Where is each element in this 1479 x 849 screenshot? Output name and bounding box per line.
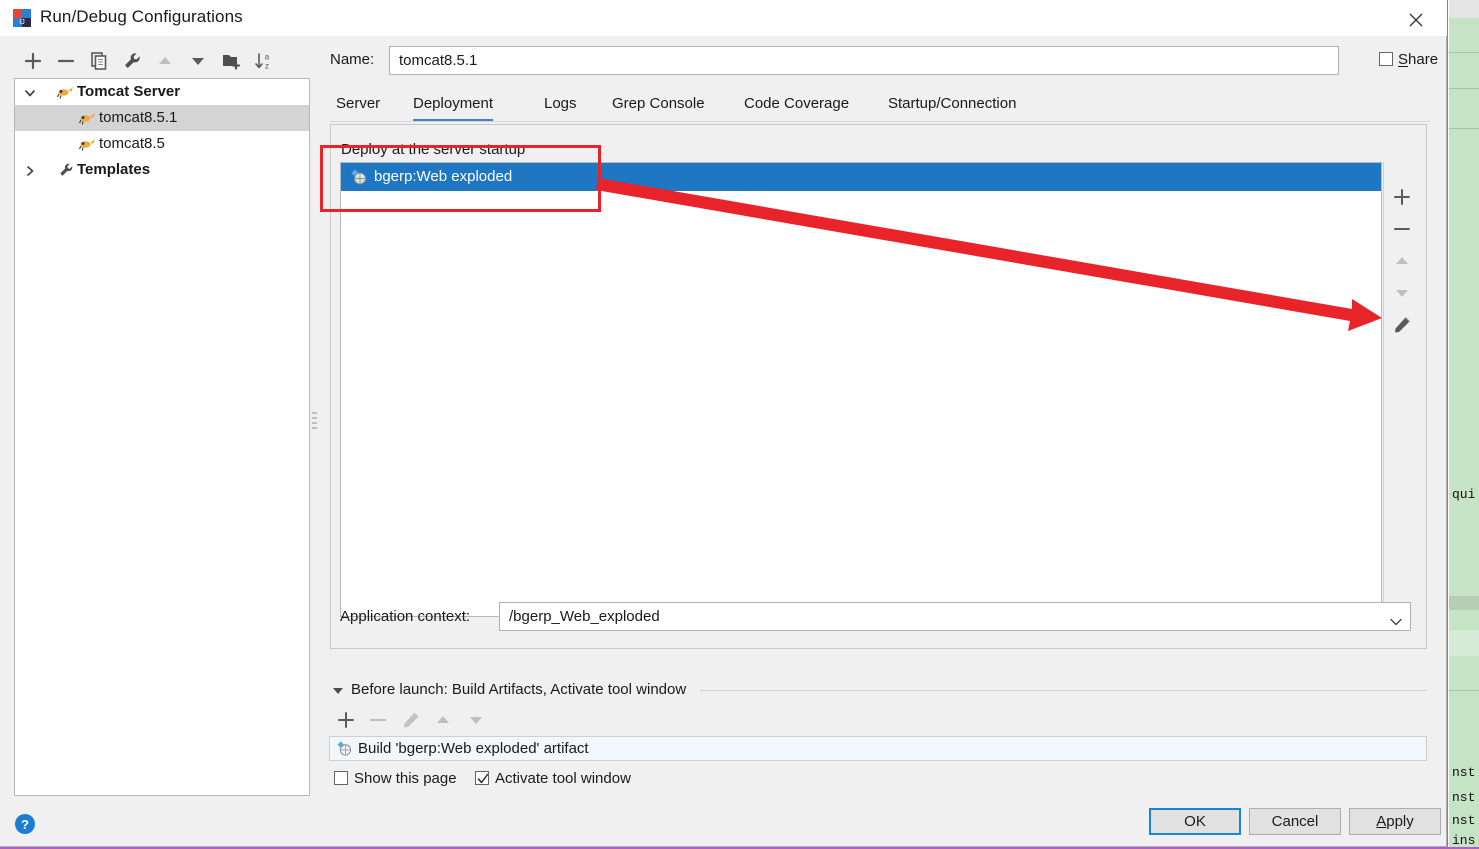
copy-icon[interactable] — [84, 44, 114, 76]
move-artifact-up-button[interactable] — [1384, 244, 1420, 276]
background-code-fragment: nst — [1452, 765, 1476, 780]
tree-node-label: Templates — [77, 161, 151, 178]
background-band — [1449, 630, 1479, 656]
splitter-handle[interactable] — [312, 412, 317, 430]
artifact-icon — [350, 168, 368, 186]
share-checkbox-box[interactable] — [1379, 52, 1393, 66]
before-launch-title: Before launch: Build Artifacts, Activate… — [351, 681, 693, 698]
tomcat-cat-icon — [79, 109, 97, 127]
background-code-fragment: qui — [1452, 487, 1476, 502]
background-code-fragment: ins — [1452, 833, 1476, 848]
artifact-icon — [336, 740, 353, 757]
name-input[interactable] — [389, 46, 1339, 75]
tree-node-tomcat-server[interactable]: Tomcat Server — [15, 79, 309, 105]
close-icon[interactable] — [1393, 0, 1439, 36]
tab-logs[interactable]: Logs — [544, 88, 577, 122]
tree-node-label: tomcat8.5.1 — [99, 109, 178, 126]
activate-tool-window-checkbox[interactable]: Activate tool window — [475, 770, 631, 787]
add-configuration-button[interactable] — [18, 44, 48, 76]
before-launch-toolbar — [330, 706, 530, 734]
application-context-label: Application context: — [340, 608, 471, 625]
tree-node-templates[interactable]: Templates — [15, 157, 309, 183]
show-this-page-label: Show this page — [354, 770, 457, 787]
background-rule — [1449, 128, 1479, 129]
tree-node-label: Tomcat Server — [77, 83, 181, 100]
ok-button[interactable]: OK — [1149, 808, 1241, 835]
deployment-list-toolbar — [1383, 162, 1419, 617]
background-code-fragment: nst — [1452, 790, 1476, 805]
task-move-up-button[interactable] — [427, 706, 461, 734]
intellij-idea-icon: IJ — [12, 8, 32, 28]
svg-text:IJ: IJ — [19, 19, 24, 26]
svg-text:z: z — [265, 62, 269, 71]
tab-server[interactable]: Server — [336, 88, 380, 122]
deployment-artifact-row[interactable]: bgerp:Web exploded — [341, 163, 1381, 191]
background-band — [1449, 596, 1479, 610]
triangle-down-icon[interactable] — [330, 683, 346, 699]
tabs-divider — [330, 121, 1430, 122]
chevron-right-icon[interactable] — [21, 157, 39, 183]
deploy-at-startup-caption: Deploy at the server startup — [341, 141, 526, 158]
svg-text:a: a — [265, 53, 270, 62]
help-question-icon[interactable]: ? — [14, 813, 36, 835]
activate-tool-window-checkbox-box[interactable] — [475, 771, 489, 785]
wrench-icon — [57, 161, 75, 179]
arrow-up-icon[interactable] — [150, 44, 180, 76]
share-checkbox-label: Share — [1398, 51, 1439, 68]
deployment-artifact-label: bgerp:Web exploded — [374, 168, 513, 185]
chevron-down-icon[interactable] — [1390, 613, 1402, 629]
remove-task-button[interactable] — [362, 706, 396, 734]
tree-node-label: tomcat8.5 — [99, 135, 165, 152]
tree-node-tomcat8-5-1[interactable]: tomcat8.5.1 — [15, 105, 309, 131]
remove-artifact-button[interactable] — [1384, 212, 1420, 244]
background-rule — [1449, 690, 1479, 691]
tree-node-tomcat8-5[interactable]: tomcat8.5 — [15, 131, 309, 157]
background-rule — [1449, 88, 1479, 89]
tomcat-cat-icon — [79, 135, 97, 153]
dialog-title: Run/Debug Configurations — [40, 7, 243, 26]
background-editor-header — [1449, 0, 1479, 18]
background-code-fragment: nst — [1452, 813, 1476, 828]
share-checkbox[interactable]: Share — [1379, 51, 1438, 68]
edit-task-button[interactable] — [395, 706, 429, 734]
tab-startup-connection[interactable]: Startup/Connection — [888, 88, 1016, 122]
tab-code-coverage[interactable]: Code Coverage — [744, 88, 849, 122]
wrench-icon[interactable] — [117, 44, 147, 76]
deployment-panel: Deploy at the server startup bgerp:Web e… — [330, 124, 1427, 649]
before-launch-rule — [700, 690, 1427, 691]
run-debug-configurations-dialog: IJ Run/Debug Configurations a z Tomcat S… — [0, 0, 1447, 847]
name-label: Name: — [330, 51, 375, 68]
sort-alpha-icon[interactable]: a z — [249, 44, 279, 76]
application-context-combobox[interactable]: /bgerp_Web_exploded — [499, 602, 1411, 631]
chevron-down-icon[interactable] — [21, 79, 39, 105]
configurations-tree[interactable]: Tomcat Server tomcat8.5.1 tomcat8.5 Temp… — [14, 78, 310, 796]
apply-button[interactable]: Apply — [1349, 808, 1441, 835]
cancel-button[interactable]: Cancel — [1249, 808, 1341, 835]
activate-tool-window-label: Activate tool window — [495, 770, 631, 787]
arrow-down-icon[interactable] — [183, 44, 213, 76]
deployment-artifact-list[interactable]: bgerp:Web exploded — [340, 162, 1382, 617]
show-this-page-checkbox[interactable]: Show this page — [334, 770, 457, 787]
before-launch-task-list[interactable]: Build 'bgerp:Web exploded' artifact — [329, 736, 1427, 761]
svg-text:?: ? — [21, 817, 29, 832]
configuration-tabs: Server Deployment Logs Grep Console Code… — [330, 88, 1430, 122]
before-launch-task-label: Build 'bgerp:Web exploded' artifact — [358, 740, 589, 757]
configurations-toolbar: a z — [10, 44, 310, 78]
add-task-button[interactable] — [330, 706, 364, 734]
background-rule — [1449, 52, 1479, 53]
move-artifact-down-button[interactable] — [1384, 276, 1420, 308]
add-artifact-button[interactable] — [1384, 180, 1420, 212]
tomcat-cat-icon — [57, 83, 75, 101]
application-context-value: /bgerp_Web_exploded — [509, 608, 660, 625]
task-move-down-button[interactable] — [460, 706, 494, 734]
folder-add-icon[interactable] — [216, 44, 246, 76]
tab-grep-console[interactable]: Grep Console — [612, 88, 705, 122]
remove-configuration-button[interactable] — [51, 44, 81, 76]
dialog-titlebar: IJ Run/Debug Configurations — [0, 0, 1447, 36]
tab-deployment[interactable]: Deployment — [413, 88, 494, 122]
edit-artifact-button[interactable] — [1384, 308, 1420, 340]
show-this-page-checkbox-box[interactable] — [334, 771, 348, 785]
